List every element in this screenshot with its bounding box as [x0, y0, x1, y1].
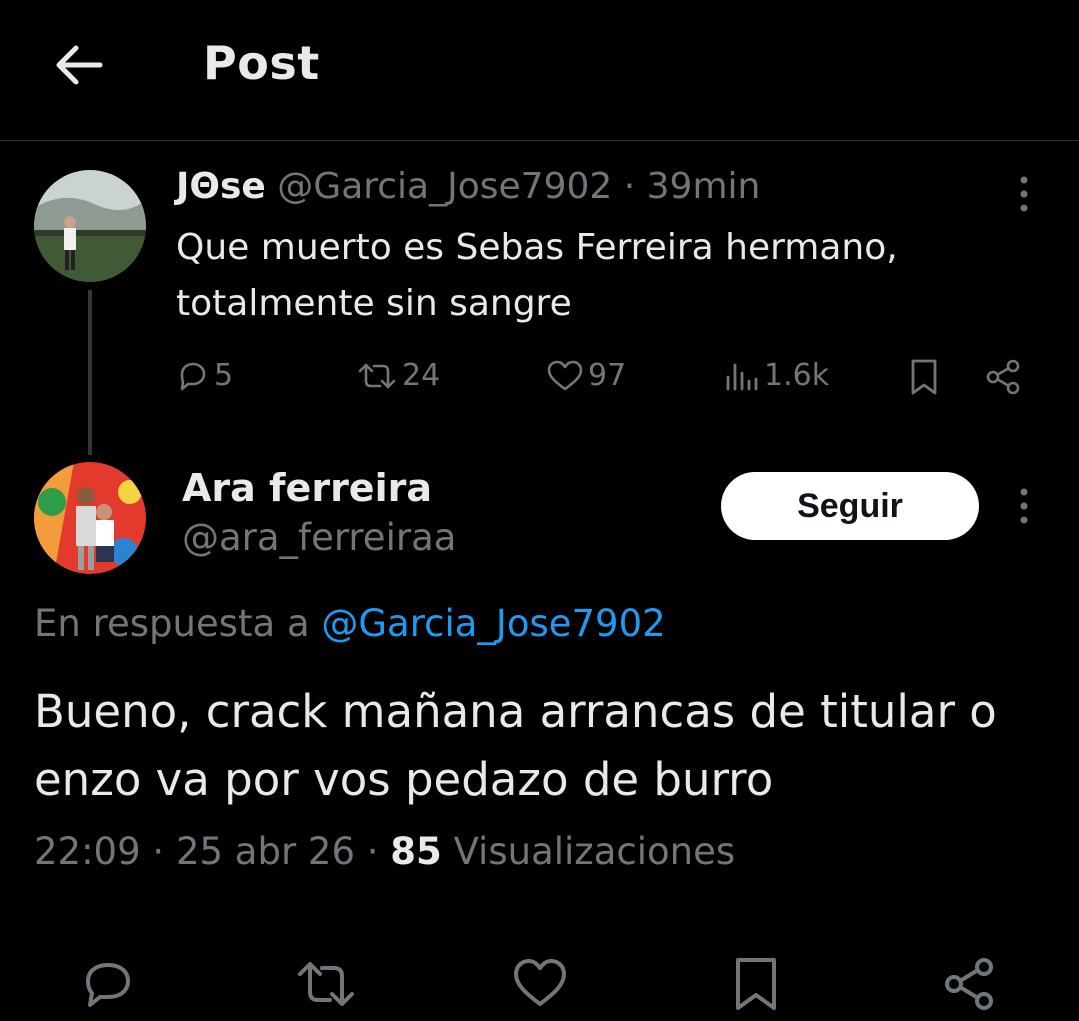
parent-tweet-text: Que muerto es Sebas Ferreira hermano, to…: [176, 227, 898, 324]
share-icon: [984, 358, 1022, 396]
reply-to-prefix: En respuesta a: [34, 602, 310, 645]
views-count: 1.6k: [764, 358, 830, 393]
parent-bookmark-button[interactable]: [906, 358, 942, 396]
reply-icon: [176, 359, 210, 393]
reply-views-label[interactable]: Visualizaciones: [454, 830, 736, 873]
parent-views-button[interactable]: 1.6k: [722, 358, 829, 393]
repost-icon: [298, 962, 354, 1006]
reply-to-handle-link[interactable]: @Garcia_Jose7902: [321, 602, 665, 645]
parent-reply-button[interactable]: 5: [176, 358, 233, 393]
thread-connector-line: [88, 290, 92, 455]
bookmark-icon: [906, 358, 942, 396]
views-chart-icon: [722, 359, 760, 393]
more-options-icon[interactable]: [1008, 484, 1040, 528]
meta-separator: ·: [152, 830, 165, 873]
avatar[interactable]: [34, 462, 146, 574]
back-arrow-icon[interactable]: [50, 36, 108, 94]
follow-button[interactable]: Seguir: [721, 472, 979, 540]
parent-display-name[interactable]: JΘse: [176, 166, 266, 207]
reply-context: En respuesta a @Garcia_Jose7902: [34, 602, 666, 645]
like-icon: [514, 959, 566, 1006]
reply-icon: [86, 963, 130, 1007]
parent-repost-button[interactable]: 24: [356, 358, 440, 393]
share-button[interactable]: [942, 956, 998, 1012]
like-count: 97: [588, 358, 627, 393]
reply-count: 5: [214, 358, 234, 393]
repost-count: 24: [402, 358, 441, 393]
reply-tweet-meta: 22:09 · 25 abr 26 · 85 Visualizaciones: [34, 830, 735, 873]
like-icon: [546, 359, 584, 393]
bookmark-icon: [736, 958, 776, 1010]
reply-tweet-text: Bueno, crack mañana arrancas de titular …: [34, 685, 997, 806]
avatar[interactable]: [34, 170, 146, 282]
parent-tweet-meta: JΘse @Garcia_Jose7902 · 39min: [176, 166, 760, 207]
meta-separator: ·: [623, 166, 636, 207]
reply-time[interactable]: 22:09: [34, 830, 141, 873]
reply-views-count: 85: [390, 830, 442, 873]
parent-handle[interactable]: @Garcia_Jose7902: [277, 166, 612, 207]
reply-button[interactable]: [80, 956, 136, 1012]
meta-separator: ·: [366, 830, 379, 873]
reply-display-name[interactable]: Ara ferreira: [182, 466, 432, 510]
parent-time-ago[interactable]: 39min: [647, 166, 761, 207]
parent-like-button[interactable]: 97: [546, 358, 626, 393]
header-divider: [0, 140, 1079, 141]
bookmark-button[interactable]: [728, 956, 784, 1012]
like-button[interactable]: [512, 956, 568, 1012]
page-title: Post: [203, 36, 320, 90]
reply-date[interactable]: 25 abr 26: [176, 830, 355, 873]
more-options-icon[interactable]: [1008, 172, 1040, 216]
repost-icon: [356, 359, 398, 393]
share-icon: [945, 958, 993, 1010]
parent-share-button[interactable]: [984, 358, 1022, 396]
repost-button[interactable]: [296, 956, 354, 1012]
reply-handle[interactable]: @ara_ferreiraa: [182, 516, 456, 559]
